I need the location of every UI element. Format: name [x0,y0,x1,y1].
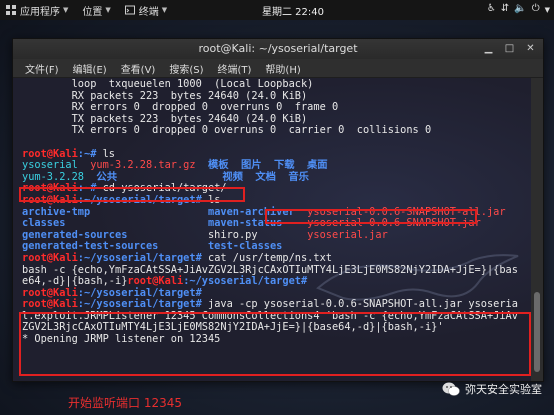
output-text: * Opening JRMP listener on 12345 [22,333,221,346]
terminal-output[interactable]: loop txqueuelen 1000 (Local Loopback) RX… [13,78,531,381]
output-segment: root@Kali [127,275,184,288]
applications-label: 应用程序 [20,6,60,18]
menu-file[interactable]: 文件(F) [25,61,59,76]
ls-entry: 模板 [195,159,229,172]
ls-entry: maven-archiver [90,205,295,218]
prompt-path: :~/ysoserial/target# [77,251,202,264]
prompt-user: root@Kali [22,251,78,264]
ls-entry: test-classes [158,240,283,253]
ls-entry: 公共 [84,170,117,183]
ls-entry: generated-sources [22,228,128,241]
applications-icon [6,5,16,15]
scrollbar-thumb[interactable] [534,292,540,372]
prompt-path: :~/ysoserial/target# [77,298,202,311]
kali-dragon-watermark [316,254,519,301]
ls-entry: ysoserial.jar [257,228,388,241]
network-icon[interactable]: ⇵ [501,3,509,17]
output-text: ZGV2L3RjcCAxOTIuMTY4LjE3LjE0MS82NjY2IDA+… [22,321,444,334]
terminal-app-label: 终端 [138,6,159,18]
ls-entry: ysoserial-0.0.6-SNAPSHOT.jar [282,217,481,230]
command-text: ls [201,193,221,206]
output-text: RX errors 0 dropped 0 overruns 0 frame 0 [22,101,339,114]
menu-search[interactable]: 搜索(S) [169,61,203,76]
prompt-path: :~/ysoserial/target# [77,193,202,206]
chevron-down-icon: ▼ [105,6,111,14]
ls-entry: archive-tmp [22,205,91,218]
ls-entry: ysoserial-0.0.6-SNAPSHOT-all.jar [294,205,506,218]
output-text: TX errors 0 dropped 0 overruns 0 carrier… [22,124,432,137]
minimize-icon[interactable]: ▁ [482,42,495,55]
top-panel: 应用程序 ▼ 位置 ▼ 终端 ▼ 星期二 22:40 ♿ ⇵ 🔈 ⏻ ▼ [0,0,554,20]
prompt-path: :~/ysoserial/target# [77,286,202,299]
prompt-user: root@Kali [22,147,78,160]
ls-entry: 桌面 [294,159,328,172]
wechat-icon [442,382,460,396]
output-text: l.exploit.JRMPListener 12345 CommonsColl… [22,309,518,322]
prompt-path: :~# [77,147,97,160]
prompt-user: root@Kali [22,193,78,206]
window-title: root@Kali: ~/ysoserial/target [198,42,358,55]
terminal-line: * Opening JRMP listener on 12345 [22,333,531,346]
clock[interactable]: 星期二 22:40 [262,3,324,18]
menu-bar: 文件(F) 编辑(E) 查看(V) 搜索(S) 终端(T) 帮助(H) [13,59,543,78]
ls-entry: maven-status [65,217,283,230]
menu-terminal[interactable]: 终端(T) [218,61,252,76]
command-text: ls [96,147,116,160]
places-label: 位置 [82,6,103,18]
ls-entry: 图片 [228,159,262,172]
ls-entry: yum-3.2.28.tar.gz [77,159,196,172]
ls-entry: 音乐 [275,170,309,183]
maximize-icon[interactable]: □ [503,42,516,55]
terminal-icon [124,5,135,15]
command-text: cd ysoserial/target/ [96,182,227,195]
prompt-path: :~# [77,182,97,195]
menu-help[interactable]: 帮助(H) [265,61,300,76]
chevron-down-icon: ▼ [63,6,69,14]
system-tray[interactable]: ♿ ⇵ 🔈 ⏻ ▼ [487,3,550,17]
terminal-scrollbar[interactable] [531,78,543,381]
accessibility-icon[interactable]: ♿ [487,3,496,17]
prompt-user: root@Kali [22,298,78,311]
ls-entry: generated-test-sources [22,240,159,253]
close-icon[interactable]: ✕ [524,42,537,55]
ls-entry: yum-3.2.28 [22,170,84,183]
caption-listen-port: 开始监听端口 12345 [68,396,182,410]
volume-icon[interactable]: 🔈 [514,3,526,17]
ls-entry: ysoserial [22,159,78,172]
output-segment: e64,-d}|{bash,-i} [22,275,128,288]
places-menu[interactable]: 位置 ▼ [82,3,110,18]
ls-entry: classes [22,217,66,230]
watermark: 弥天安全实验室 [442,381,542,397]
terminal-line: TX errors 0 dropped 0 overruns 0 carrier… [22,125,531,137]
power-icon[interactable]: ⏻ [532,3,540,17]
output-text: loop txqueuelen 1000 (Local Loopback) [22,78,314,90]
menu-edit[interactable]: 编辑(E) [73,61,107,76]
output-text: TX packets 223 bytes 24640 (24.0 KiB) [22,112,308,125]
window-titlebar[interactable]: root@Kali: ~/ysoserial/target ▁ □ ✕ [13,39,543,59]
terminal-app-menu[interactable]: 终端 ▼ [124,3,168,18]
ls-entry: shiro.py [127,228,258,241]
output-text: RX packets 223 bytes 24640 (24.0 KiB) [22,89,308,102]
output-segment: :~/ysoserial/target# [183,275,308,288]
watermark-text: 弥天安全实验室 [465,383,542,396]
prompt-user: root@Kali [22,286,78,299]
terminal-window: root@Kali: ~/ysoserial/target ▁ □ ✕ 文件(F… [12,38,544,382]
menu-view[interactable]: 查看(V) [121,61,156,76]
ls-entry: 视频 [117,170,243,183]
applications-menu[interactable]: 应用程序 ▼ [6,3,68,18]
chevron-down-icon: ▼ [161,6,168,14]
chevron-down-icon[interactable]: ▼ [545,3,550,17]
prompt-user: root@Kali [22,182,78,195]
ls-entry: 下载 [261,159,295,172]
ls-entry: 文档 [242,170,276,183]
